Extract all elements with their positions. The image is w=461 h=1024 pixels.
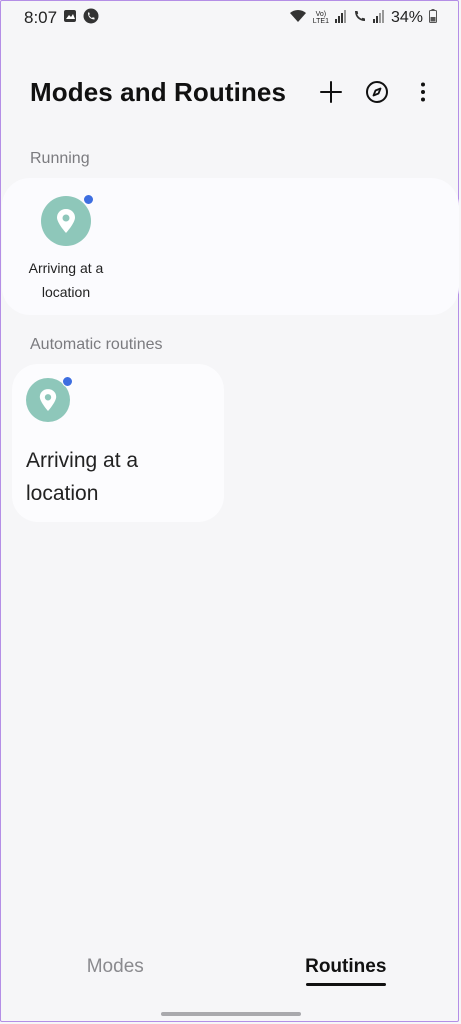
running-section-label: Running: [30, 150, 90, 167]
signal-strength-2-icon: [372, 9, 385, 28]
status-right: Vo) LTE1 34%: [289, 8, 437, 28]
more-vertical-icon: [421, 82, 425, 102]
running-routine-label: Arriving at a location: [28, 260, 104, 300]
running-routine-item[interactable]: Arriving at a location: [24, 194, 108, 304]
page-title: Modes and Routines: [30, 76, 287, 107]
add-button[interactable]: [317, 78, 345, 106]
routine-icon: [41, 194, 94, 246]
running-card: Arriving at a location: [2, 178, 459, 315]
header-actions: [317, 78, 437, 106]
home-indicator[interactable]: [161, 1012, 301, 1016]
routine-icon: [26, 376, 73, 422]
location-pin-icon: [57, 209, 75, 233]
plus-icon: [320, 81, 342, 103]
active-tab-underline: [305, 983, 386, 986]
tab-modes[interactable]: Modes: [0, 950, 231, 990]
routine-card[interactable]: Arriving at a location: [12, 364, 224, 522]
tab-modes-label: Modes: [86, 956, 144, 977]
volte-icon: Vo) LTE1: [312, 11, 329, 25]
phone-notification-icon: [83, 8, 99, 29]
location-pin-icon: [39, 389, 57, 411]
gallery-notification-icon: [63, 9, 77, 28]
tab-routines[interactable]: Routines: [231, 950, 461, 990]
discover-button[interactable]: [363, 78, 391, 106]
wifi-icon: [289, 9, 307, 28]
bottom-navigation: Modes Routines: [0, 950, 461, 990]
battery-icon: [429, 8, 437, 28]
active-indicator-dot: [83, 194, 94, 205]
status-time: 8:07: [24, 8, 58, 27]
wifi-calling-icon: [353, 9, 367, 28]
status-left: 8:07: [24, 8, 99, 29]
battery-percentage: 34%: [390, 9, 423, 26]
signal-strength-icon: [334, 9, 347, 28]
tab-routines-label: Routines: [305, 956, 387, 977]
routine-card-label: Arriving at a location: [26, 449, 139, 505]
status-bar: 8:07 Vo) LTE1 34%: [0, 0, 461, 36]
app-header: Modes and Routines: [30, 72, 437, 112]
more-options-button[interactable]: [409, 78, 437, 106]
active-indicator-dot: [62, 376, 73, 387]
compass-icon: [366, 81, 388, 103]
automatic-section-label: Automatic routines: [30, 336, 163, 353]
